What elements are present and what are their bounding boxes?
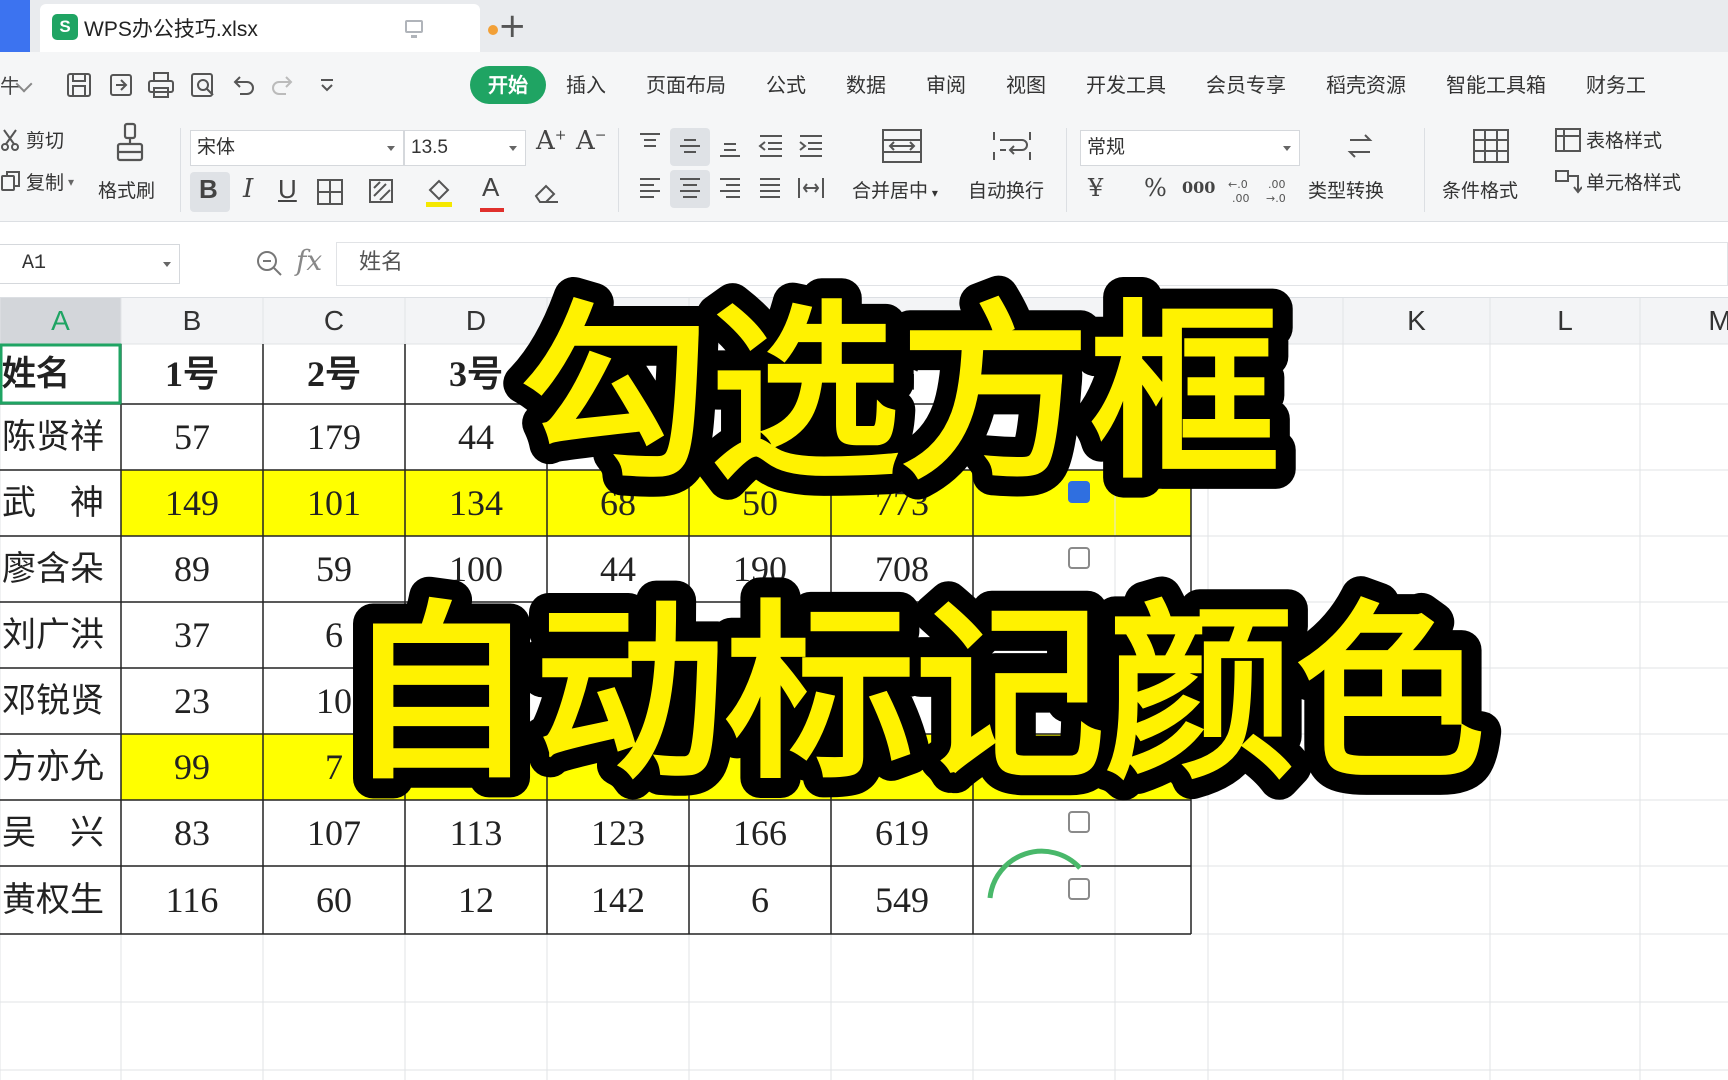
caption-line1: 勾选方框 [520, 284, 1280, 505]
overlay-caption: 勾选方框 勾选方框 自动标记颜色 自动标记颜色 [325, 264, 1505, 825]
caption-line2: 自动标记颜色 [345, 584, 1485, 805]
